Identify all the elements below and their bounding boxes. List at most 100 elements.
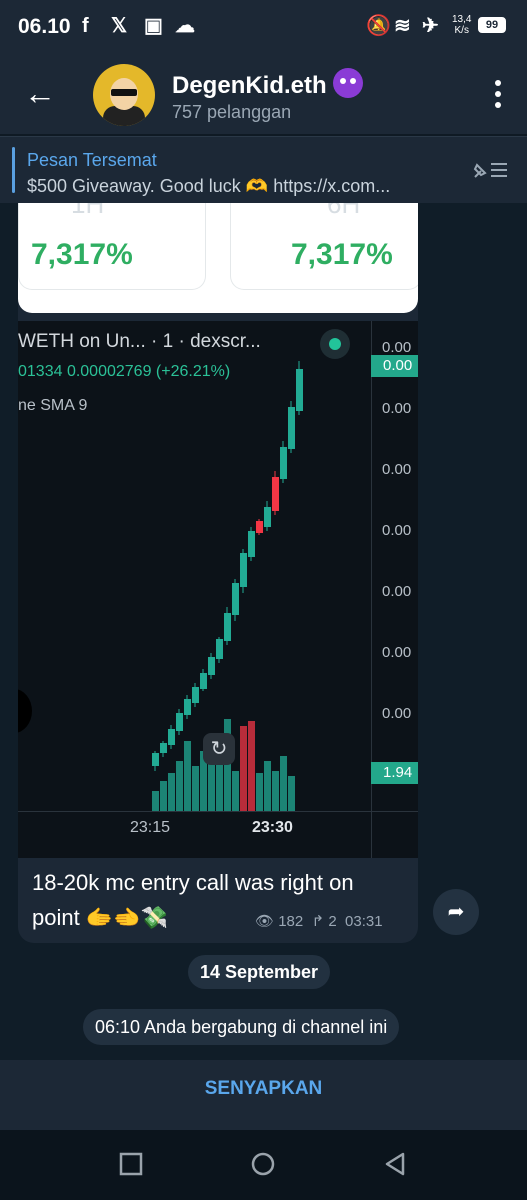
home-icon[interactable] xyxy=(251,1152,275,1176)
network-speed: 13,4 K/s xyxy=(452,14,471,36)
price-change-image: 1H 7,317% 6H 7,317% xyxy=(18,203,418,313)
pinned-title: Pesan Tersemat xyxy=(27,150,157,170)
x-axis-label: 23:15 xyxy=(130,819,171,836)
current-price-tag: 0.00 xyxy=(371,355,418,377)
candle-body xyxy=(176,713,183,731)
candle-body xyxy=(240,553,247,587)
status-bar: 06.10 f 𝕏 ▣ ☁ 🔕 ≋ ✈ 13,4 K/s 99 xyxy=(0,0,527,56)
candle-body xyxy=(296,369,303,411)
channel-avatar[interactable] xyxy=(93,64,155,126)
cloud-icon: ☁ xyxy=(175,15,195,37)
y-axis-label: 0.00 xyxy=(382,400,412,417)
candle-body xyxy=(208,657,215,675)
back-nav-icon[interactable] xyxy=(383,1152,407,1176)
airplane-icon: ✈ xyxy=(422,15,439,37)
volume-bar xyxy=(184,741,191,811)
subscriber-count: 757 pelanggan xyxy=(172,102,292,122)
date-separator: 14 September xyxy=(188,955,331,989)
candle-body xyxy=(168,729,175,745)
channel-name-text: DegenKid.eth xyxy=(172,72,327,99)
candle-body xyxy=(200,673,207,689)
volume-bar xyxy=(240,726,247,811)
views-count: 182 xyxy=(278,913,304,930)
y-axis-label: 0.00 xyxy=(382,522,412,539)
price-change-card: 6H 7,317% xyxy=(230,203,418,290)
facebook-icon: f xyxy=(82,15,89,37)
pinned-list-icon[interactable] xyxy=(471,159,509,181)
candle-body xyxy=(192,687,199,703)
volume-bar xyxy=(192,766,199,811)
candle-body xyxy=(280,447,287,479)
chat-area[interactable]: 1H 7,317% 6H 7,317% WETH on Un... · 1 · … xyxy=(0,203,527,1060)
volume-bar xyxy=(264,761,271,811)
volume-bar xyxy=(280,756,287,811)
volume-bar xyxy=(256,773,263,811)
volume-bar xyxy=(176,761,183,811)
volume-bar xyxy=(168,773,175,811)
avatar-glasses xyxy=(111,89,137,96)
system-nav-bar xyxy=(0,1130,527,1200)
reset-chart-icon[interactable]: ↻ xyxy=(203,733,235,765)
price-change-label: 1H xyxy=(71,203,105,219)
forwards-icon: ↱ xyxy=(311,913,325,930)
time-axis-line xyxy=(18,811,418,812)
y-axis-label: 0.00 xyxy=(382,705,412,722)
y-axis-label: 0.00 xyxy=(382,644,412,661)
pinned-message-bar[interactable]: Pesan Tersemat $500 Giveaway. Good luck … xyxy=(0,136,527,203)
chat-header: ← DegenKid.eth 757 pelanggan xyxy=(0,56,527,134)
share-button[interactable]: ➦ xyxy=(433,889,479,935)
candlestick-plot xyxy=(152,361,303,811)
volume-bar xyxy=(248,721,255,811)
service-message: 06:10 Anda bergabung di channel ini xyxy=(83,1009,400,1045)
volume-bar xyxy=(152,791,159,811)
volume-bar xyxy=(232,771,239,811)
price-change-value: 7,317% xyxy=(291,238,393,271)
wifi-icon: ≋ xyxy=(394,15,411,37)
views-icon: 👁 xyxy=(255,913,275,930)
candle-body xyxy=(232,583,239,615)
x-icon: 𝕏 xyxy=(111,15,128,37)
price-change-card: 1H 7,317% xyxy=(18,203,206,290)
candle-body xyxy=(272,477,279,511)
share-arrow-icon: ➦ xyxy=(447,901,465,923)
more-options-icon[interactable] xyxy=(495,80,501,113)
price-change-value: 7,317% xyxy=(31,238,133,271)
speed-value: 13,4 xyxy=(452,14,472,25)
candle-body xyxy=(152,753,159,766)
price-chart-image[interactable]: WETH on Un... · 1 · dexscr... 01334 0.00… xyxy=(18,321,418,858)
message-time: 03:31 xyxy=(345,913,383,930)
candle-body xyxy=(224,613,231,641)
devil-emoji-icon xyxy=(332,68,363,98)
x-axis-label: 23:30 xyxy=(252,819,293,836)
price-change-label: 6H xyxy=(327,203,361,219)
y-axis-label: 0.00 xyxy=(382,461,412,478)
speed-unit: K/s xyxy=(454,25,469,36)
candle-body xyxy=(160,743,167,753)
message-meta: 👁 182 ↱ 2 03:31 xyxy=(255,912,383,930)
candle-body xyxy=(248,531,255,557)
mute-channel-button[interactable]: SENYAPKAN xyxy=(0,1060,527,1130)
y-axis-label: 0.00 xyxy=(382,583,412,600)
volume-bar xyxy=(288,776,295,811)
recents-icon[interactable] xyxy=(119,1152,143,1176)
back-arrow-icon[interactable]: ← xyxy=(24,77,56,109)
candle-body xyxy=(288,407,295,449)
y-axis-label: 0.00 xyxy=(382,339,412,356)
volume-bar xyxy=(272,771,279,811)
volume-bar xyxy=(160,781,167,811)
volume-bar xyxy=(208,761,215,811)
pinned-indicator xyxy=(12,147,15,193)
channel-title[interactable]: DegenKid.eth xyxy=(172,68,363,100)
status-time: 06.10 xyxy=(18,15,71,38)
candle-body xyxy=(184,699,191,715)
candle-body xyxy=(216,639,223,659)
bottom-action-bar: SENYAPKAN xyxy=(0,1060,527,1130)
alarm-off-icon: 🔕 xyxy=(366,15,391,37)
volume-tag: 1.94 xyxy=(371,762,418,784)
battery-icon: 99 xyxy=(478,17,506,33)
forwards-count: 2 xyxy=(328,913,337,930)
pinned-text: $500 Giveaway. Good luck 🫶 https://x.com… xyxy=(27,176,391,196)
app-icon: ▣ xyxy=(144,15,163,37)
candle-body xyxy=(256,521,263,533)
candle-body xyxy=(264,507,271,527)
